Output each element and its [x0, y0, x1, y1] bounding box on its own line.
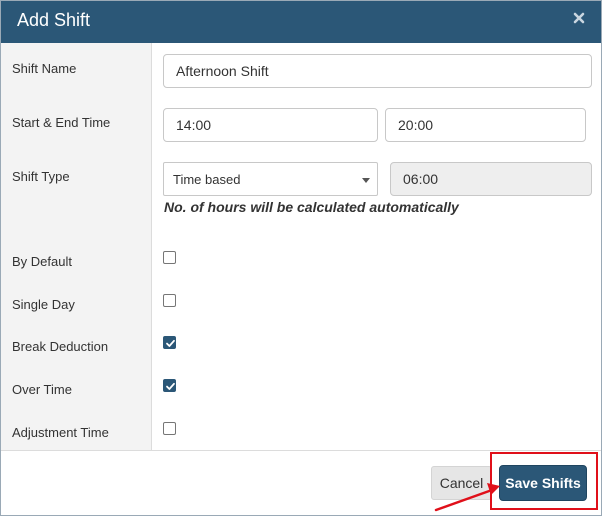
- cancel-button[interactable]: Cancel: [431, 466, 492, 500]
- shift-type-label: Shift Type: [12, 169, 70, 184]
- add-shift-modal: Add Shift Shift Name Start & End Time Sh…: [0, 0, 602, 516]
- break-deduction-label: Break Deduction: [12, 339, 109, 354]
- by-default-checkbox[interactable]: [163, 251, 176, 264]
- single-day-label: Single Day: [12, 297, 75, 312]
- adjustment-time-checkbox[interactable]: [163, 422, 176, 435]
- modal-footer: Cancel Save Shifts: [1, 451, 601, 515]
- shift-type-selected: Time based: [173, 172, 241, 187]
- save-shifts-button[interactable]: Save Shifts: [499, 465, 587, 501]
- close-icon[interactable]: [571, 10, 587, 26]
- shift-name-label: Shift Name: [12, 61, 77, 76]
- by-default-label: By Default: [12, 254, 72, 269]
- start-time-input[interactable]: [163, 108, 378, 142]
- over-time-label: Over Time: [12, 382, 72, 397]
- shift-type-select[interactable]: Time based: [163, 162, 378, 196]
- checkmark-icon: [166, 339, 175, 347]
- end-time-input[interactable]: [385, 108, 586, 142]
- modal-header: Add Shift: [1, 1, 601, 43]
- single-day-checkbox[interactable]: [163, 294, 176, 307]
- shift-hours-field: [390, 162, 592, 196]
- checkmark-icon: [166, 382, 175, 390]
- label-column: Shift Name Start & End Time Shift Type B…: [1, 43, 152, 450]
- hours-note: No. of hours will be calculated automati…: [164, 199, 459, 215]
- shift-form: Shift Name Start & End Time Shift Type B…: [1, 43, 601, 450]
- over-time-checkbox[interactable]: [163, 379, 176, 392]
- break-deduction-checkbox[interactable]: [163, 336, 176, 349]
- caret-down-icon: [362, 178, 370, 183]
- shift-name-input[interactable]: [163, 54, 592, 88]
- adjustment-time-label: Adjustment Time: [12, 425, 109, 440]
- modal-title: Add Shift: [17, 10, 91, 30]
- start-end-time-label: Start & End Time: [12, 115, 111, 130]
